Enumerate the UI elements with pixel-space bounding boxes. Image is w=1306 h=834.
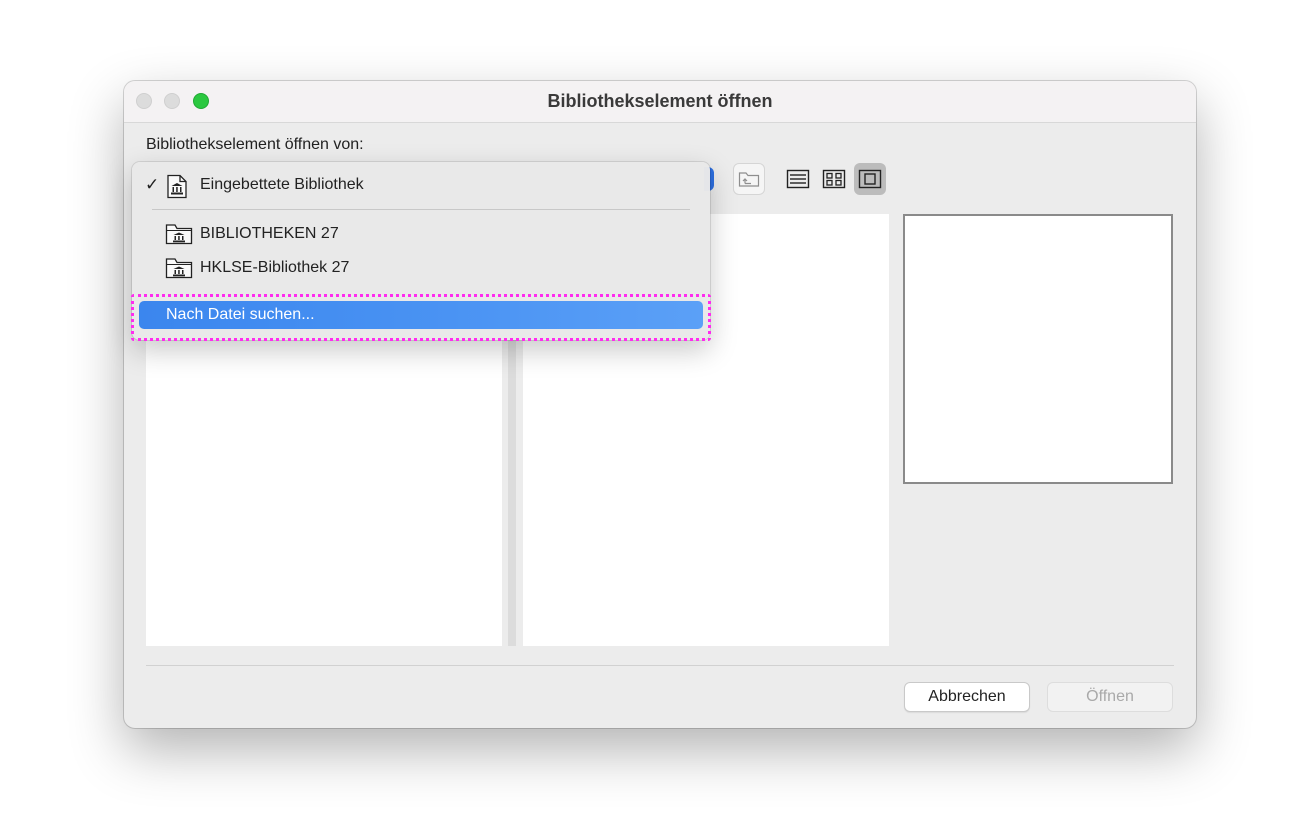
open-from-label: Bibliothekselement öffnen von: xyxy=(146,136,364,153)
grid-view-button[interactable] xyxy=(818,163,850,195)
menu-item-label: Nach Datei suchen... xyxy=(166,306,315,323)
open-button[interactable]: Öffnen xyxy=(1047,682,1173,712)
folder-up-button[interactable] xyxy=(733,163,765,195)
preview-box xyxy=(903,214,1173,484)
single-view-button[interactable] xyxy=(854,163,886,195)
folder-up-icon xyxy=(738,172,760,187)
library-folder-icon xyxy=(165,224,193,245)
list-view-icon xyxy=(786,169,810,189)
menu-item-search-file[interactable]: Nach Datei suchen... xyxy=(139,301,703,329)
menu-item-embedded-library[interactable]: ✓ Eingebettete Bibliothek xyxy=(132,170,710,200)
source-dropdown-menu: ✓ Eingebettete Bibliothek BIBLIOTHEKEN 2… xyxy=(132,162,710,340)
grid-view-icon xyxy=(822,169,846,189)
library-document-icon xyxy=(167,174,187,199)
menu-separator xyxy=(152,209,690,210)
menu-item-label: BIBLIOTHEKEN 27 xyxy=(200,225,339,242)
list-view-button[interactable] xyxy=(782,163,814,195)
cancel-button[interactable]: Abbrechen xyxy=(904,682,1030,712)
menu-item-hklse-bibliothek-27[interactable]: HKLSE-Bibliothek 27 xyxy=(132,253,710,283)
title-bar: Bibliothekselement öffnen xyxy=(124,81,1196,123)
footer-divider xyxy=(146,665,1174,666)
library-folder-icon xyxy=(165,258,193,279)
checkmark-icon: ✓ xyxy=(145,175,160,194)
menu-item-label: HKLSE-Bibliothek 27 xyxy=(200,259,350,276)
window-title: Bibliothekselement öffnen xyxy=(547,91,773,111)
menu-item-label: Eingebettete Bibliothek xyxy=(200,176,364,193)
menu-item-bibliotheken-27[interactable]: BIBLIOTHEKEN 27 xyxy=(132,219,710,249)
single-view-icon xyxy=(858,169,882,189)
